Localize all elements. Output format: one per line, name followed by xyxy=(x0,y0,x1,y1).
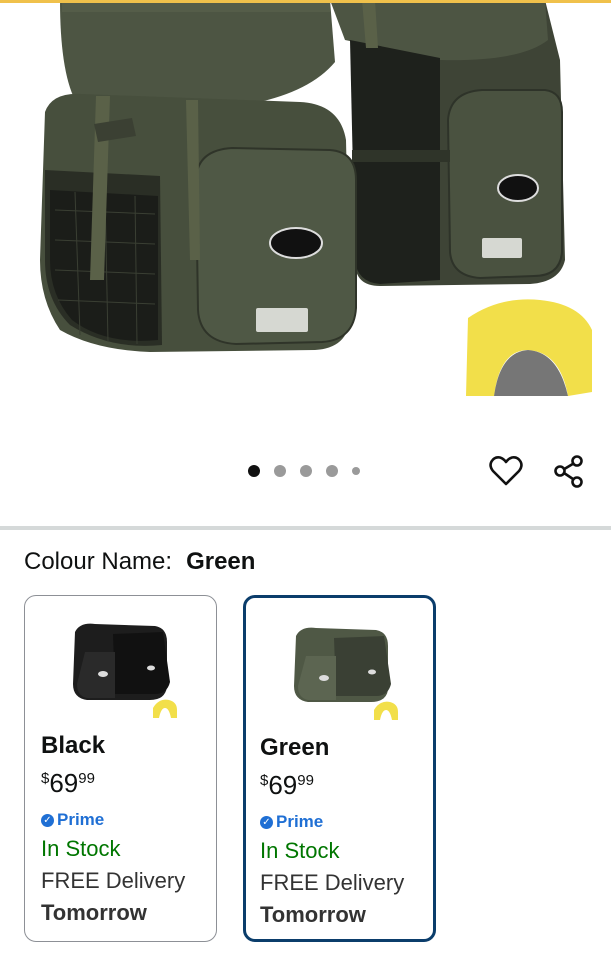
swatch-name: Black xyxy=(41,732,106,759)
swatch-card-green[interactable]: Green $6999 ✓ Prime In Stock FREE Delive… xyxy=(243,595,436,942)
carousel-dot-4[interactable] xyxy=(326,465,338,477)
carousel-dot-3[interactable] xyxy=(300,465,312,477)
carousel-dot-2[interactable] xyxy=(274,465,286,477)
prime-label: Prime xyxy=(276,812,324,831)
stock-status: In Stock xyxy=(41,836,121,861)
front-bag xyxy=(40,0,357,353)
delivery-day: Tomorrow xyxy=(260,902,366,927)
colour-name-value: Green xyxy=(186,548,256,575)
swatch-thumbnail-green xyxy=(294,627,398,720)
rear-bag xyxy=(330,0,565,286)
price-whole: 69 xyxy=(49,768,79,798)
swatch-price: $6999 xyxy=(260,770,314,801)
delivery-day: Tomorrow xyxy=(41,900,147,925)
prime-check-icon: ✓ xyxy=(41,813,54,827)
share-button[interactable] xyxy=(551,453,587,489)
colour-name-label: Colour Name: xyxy=(24,548,173,575)
prime-badge: ✓ Prime xyxy=(260,812,323,832)
price-cents: 99 xyxy=(78,770,95,787)
share-icon xyxy=(554,455,583,488)
delivery-text: FREE Delivery xyxy=(41,868,186,893)
carousel-dot-1[interactable] xyxy=(248,465,260,477)
section-divider xyxy=(0,526,611,530)
carousel-dot-5[interactable] xyxy=(352,467,360,475)
rain-cover xyxy=(466,299,592,396)
stock-status: In Stock xyxy=(260,838,340,863)
delivery-text: FREE Delivery xyxy=(260,870,405,895)
top-accent-line xyxy=(0,0,611,3)
price-whole: 69 xyxy=(268,770,298,800)
prime-check-icon: ✓ xyxy=(260,815,273,829)
wishlist-button[interactable] xyxy=(488,453,524,489)
price-cents: 99 xyxy=(297,772,314,789)
pannier-bag-illustration xyxy=(40,0,592,396)
swatch-thumbnail-black xyxy=(73,623,177,718)
prime-label: Prime xyxy=(57,810,105,829)
prime-badge: ✓ Prime xyxy=(41,810,104,830)
product-image[interactable] xyxy=(0,0,611,440)
colour-name-row: Colour Name: Green xyxy=(24,548,255,576)
carousel-indicator[interactable] xyxy=(248,465,360,477)
swatch-price: $6999 xyxy=(41,768,95,799)
heart-icon xyxy=(489,456,523,486)
swatch-card-black[interactable]: Black $6999 ✓ Prime In Stock FREE Delive… xyxy=(24,595,217,942)
swatch-name: Green xyxy=(260,734,330,761)
